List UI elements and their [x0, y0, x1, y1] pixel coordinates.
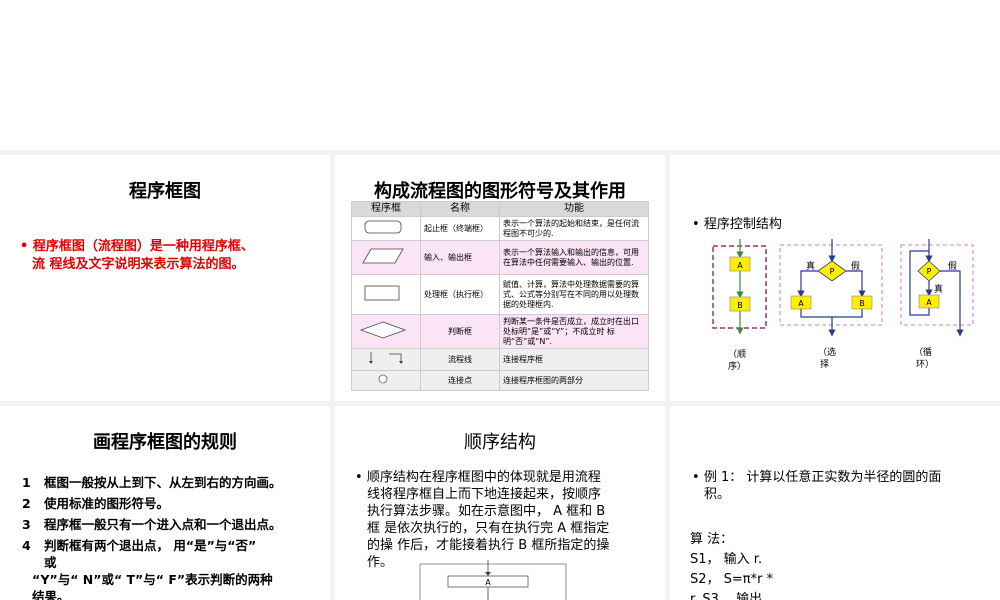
slide-flowchart-symbols[interactable]: 构成流程图的图形符号及其作用 程序框 名称 功能 起止框（终端框） 表示一个算法… — [335, 155, 665, 401]
slide-title: 画程序框图的规则 — [93, 432, 237, 453]
seq-caption: 序） — [728, 360, 746, 372]
rules-list: 1 框图一般按从上到下、从左到右的方向画。 2 使用标准的图形符号。 3 程序框一般只… — [22, 472, 282, 600]
slide-example-circle-area[interactable]: • 例 1： 计算以任意正实数为半径的圆的面 积。 算 法： S1， 输入 r.… — [670, 406, 1000, 600]
definition-bullet: • 程序框图（流程图）是一种用程序框、 流 程线及文字说明来表示算法的图。 — [20, 239, 254, 272]
sel-false-label: 假 — [851, 261, 860, 272]
loop-caption: （循 — [914, 346, 932, 358]
symbol-decision — [351, 314, 421, 349]
rule-item: 2 使用标准的图形符号。 — [22, 496, 170, 511]
symbol-connector — [351, 370, 421, 391]
symbol-function: 连接程序框 — [499, 348, 649, 371]
loop-false-label: 假 — [948, 261, 957, 272]
symbol-name: 输入、输出框 — [420, 240, 500, 275]
slide-program-flowchart[interactable]: 程序框图 • 程序框图（流程图）是一种用程序框、 流 程线及文字说明来表示算法的… — [0, 155, 330, 401]
slide-sequence-structure[interactable]: 顺序结构 • 顺序结构在程序框图中的体现就是用流程 线将程序框自上而下地连接起来… — [335, 406, 665, 600]
symbol-name: 起止框（终端框） — [420, 216, 500, 241]
symbol-name: 判断框 — [420, 314, 500, 349]
loop-p: P — [927, 267, 932, 276]
col-header: 程序框 — [351, 201, 421, 217]
slide-flowchart-rules[interactable]: 画程序框图的规则 1 框图一般按从上到下、从左到右的方向画。 2 使用标准的图形符号… — [0, 406, 330, 600]
bullet-dot: • — [20, 239, 33, 254]
symbol-io — [351, 240, 421, 275]
symbol-function: 连接程序框图的两部分 — [499, 370, 649, 391]
symbol-process — [351, 274, 421, 315]
symbol-name: 流程线 — [420, 348, 500, 371]
col-header: 功能 — [499, 201, 649, 217]
slide-title: 程序框图 — [129, 181, 201, 202]
loop-caption: 环） — [916, 359, 934, 370]
symbol-table: 程序框 名称 功能 起止框（终端框） 表示一个算法的起始和结束，是任何流程图不可… — [351, 201, 649, 391]
loop-structure: P 真 A 假 — [900, 239, 974, 337]
rule-item: 3 程序框一般只有一个进入点和一个退出点。 — [22, 517, 282, 532]
seq-diagram-box-a: A — [485, 578, 491, 587]
top-blank-area — [0, 0, 1000, 150]
symbol-function: 判断某一条件是否成立，成立时在出口处标明“是”或“Y”；不成立时 标明“否”或“… — [499, 314, 649, 349]
sequence-structure: A B — [712, 239, 767, 335]
sel-box-a: A — [798, 299, 804, 308]
bullet-dot: • — [692, 470, 704, 485]
rule-item: 4 判断框有两个退出点， 用“是”与“否” — [22, 538, 257, 553]
symbol-flowline — [351, 348, 421, 371]
sequence-diagram: A — [419, 560, 567, 600]
bullet-dot: • — [355, 470, 367, 485]
symbol-terminal — [351, 216, 421, 241]
algorithm-steps: 算 法： S1， 输入 r. S2， S=π*r * r. S3， 输出 — [690, 532, 774, 600]
symbol-function: 赋值、计算，算法中处理数据需要的算式、公式等分别写在不同的用以处理数据的处理框内… — [499, 274, 649, 315]
slide-control-structures[interactable]: • 程序控制结构 A B P 真 假 A B P 真 A 假 （顺 序） （选 … — [670, 155, 1000, 401]
loop-true-label: 真 — [934, 283, 943, 295]
seq-box-b: B — [737, 301, 743, 310]
sequence-description: • 顺序结构在程序框图中的体现就是用流程 线将程序框自上而下地连接起来，按顺序 … — [355, 470, 610, 570]
control-structures-diagram: A B P 真 假 A B P 真 A 假 （顺 序） （选 择 （循 环） — [712, 239, 974, 372]
slide-title: 构成流程图的图形符号及其作用 — [374, 181, 626, 202]
sel-caption: （选 — [818, 346, 836, 358]
col-header: 名称 — [420, 201, 500, 217]
sel-p: P — [830, 267, 835, 276]
symbol-name: 处理框（执行框） — [420, 274, 500, 315]
symbol-function: 表示一个算法输入和输出的信息，可用在算法中任何需要输入、输出的位置. — [499, 240, 649, 275]
sel-box-b: B — [859, 299, 865, 308]
selection-structure: P 真 假 A B — [779, 239, 883, 337]
loop-box-a: A — [926, 298, 932, 307]
seq-box-a: A — [737, 261, 743, 270]
sel-caption: 择 — [820, 358, 829, 370]
sel-true-label: 真 — [806, 260, 815, 272]
rule-item: 1 框图一般按从上到下、从左到右的方向画。 — [22, 475, 282, 490]
seq-caption: （顺 — [728, 349, 746, 360]
symbol-name: 连接点 — [420, 370, 500, 391]
symbol-function: 表示一个算法的起始和结束，是任何流程图不可少的. — [499, 216, 649, 241]
example-text: • 例 1： 计算以任意正实数为半径的圆的面 积。 — [692, 470, 942, 502]
slide-title: 顺序结构 — [464, 432, 536, 453]
